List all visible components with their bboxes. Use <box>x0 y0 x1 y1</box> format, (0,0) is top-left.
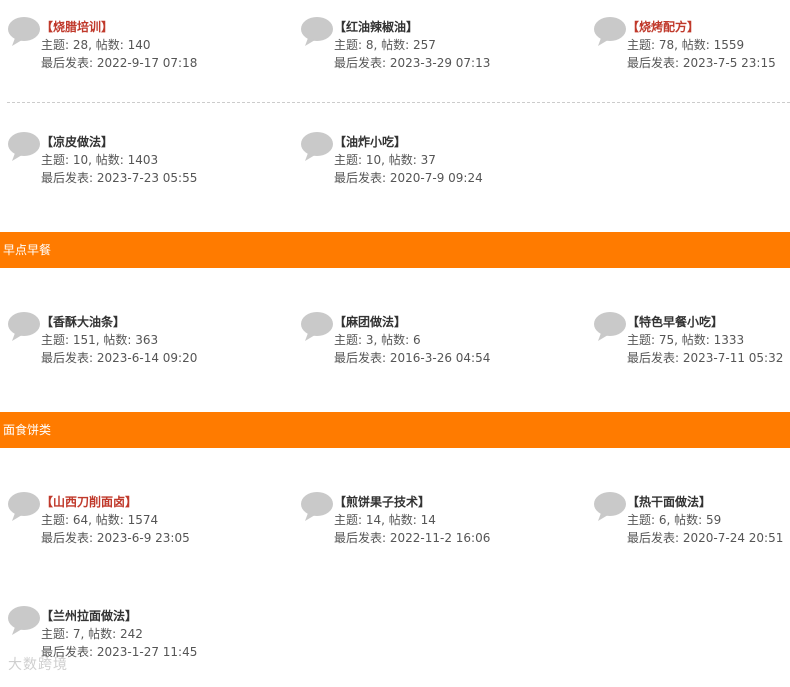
forum-stats: 主题: 14, 帖数: 14 <box>334 513 436 527</box>
forum-item[interactable]: 【麻团做法】 主题: 3, 帖数: 6 最后发表: 2016-3-26 04:5… <box>293 312 553 373</box>
forum-last-post[interactable]: 最后发表: 2022-11-2 16:06 <box>334 529 490 547</box>
forum-row: 【香酥大油条】 主题: 151, 帖数: 363 最后发表: 2023-6-14… <box>0 268 790 412</box>
forum-bubble-icon <box>594 492 626 521</box>
forum-stats: 主题: 7, 帖数: 242 <box>41 627 143 641</box>
forum-bubble-icon <box>8 17 40 46</box>
forum-stats: 主题: 151, 帖数: 363 <box>41 333 159 347</box>
forum-last-post[interactable]: 最后发表: 2020-7-24 20:51 <box>627 529 783 547</box>
forum-stats: 主题: 8, 帖数: 257 <box>334 38 436 52</box>
forum-stats: 主题: 64, 帖数: 1574 <box>41 513 159 527</box>
forum-item[interactable]: 【热干面做法】 主题: 6, 帖数: 59 最后发表: 2020-7-24 20… <box>586 492 790 553</box>
watermark-text: 大数跨境 <box>8 657 68 673</box>
forum-stats: 主题: 3, 帖数: 6 <box>334 333 421 347</box>
forum-title[interactable]: 【煎饼果子技术】 <box>334 493 490 511</box>
forum-title[interactable]: 【凉皮做法】 <box>41 133 197 151</box>
forum-title[interactable]: 【热干面做法】 <box>627 493 783 511</box>
forum-stats: 主题: 28, 帖数: 140 <box>41 38 151 52</box>
forum-last-post[interactable]: 最后发表: 2022-9-17 07:18 <box>41 54 197 72</box>
forum-last-post[interactable]: 最后发表: 2023-7-23 05:55 <box>41 169 197 187</box>
forum-title[interactable]: 【香酥大油条】 <box>41 313 197 331</box>
forum-title[interactable]: 【山西刀削面卤】 <box>41 493 190 511</box>
forum-stats: 主题: 10, 帖数: 37 <box>334 153 436 167</box>
forum-last-post[interactable]: 最后发表: 2023-6-9 23:05 <box>41 529 190 547</box>
forum-bubble-icon <box>594 312 626 341</box>
forum-item[interactable]: 【烧腊培训】 主题: 28, 帖数: 140 最后发表: 2022-9-17 0… <box>0 17 260 78</box>
forum-item[interactable]: 【烧烤配方】 主题: 78, 帖数: 1559 最后发表: 2023-7-5 2… <box>586 17 790 78</box>
forum-last-post[interactable]: 最后发表: 2016-3-26 04:54 <box>334 349 490 367</box>
forum-last-post[interactable]: 最后发表: 2023-7-5 23:15 <box>627 54 776 72</box>
forum-item[interactable]: 【煎饼果子技术】 主题: 14, 帖数: 14 最后发表: 2022-11-2 … <box>293 492 553 553</box>
forum-bubble-icon <box>8 132 40 161</box>
forum-last-post[interactable]: 最后发表: 2020-7-9 09:24 <box>334 169 483 187</box>
forum-bubble-icon <box>594 17 626 46</box>
forum-last-post[interactable]: 最后发表: 2023-6-14 09:20 <box>41 349 197 367</box>
forum-row: 【兰州拉面做法】 主题: 7, 帖数: 242 最后发表: 2023-1-27 … <box>0 577 790 687</box>
forum-row: 【烧腊培训】 主题: 28, 帖数: 140 最后发表: 2022-9-17 0… <box>0 0 790 103</box>
forum-stats: 主题: 10, 帖数: 1403 <box>41 153 159 167</box>
forum-bubble-icon <box>8 312 40 341</box>
forum-bubble-icon <box>8 492 40 521</box>
forum-title[interactable]: 【烧烤配方】 <box>627 18 776 36</box>
forum-title[interactable]: 【特色早餐小吃】 <box>627 313 783 331</box>
forum-item[interactable]: 【油炸小吃】 主题: 10, 帖数: 37 最后发表: 2020-7-9 09:… <box>293 132 553 193</box>
forum-item[interactable]: 【香酥大油条】 主题: 151, 帖数: 363 最后发表: 2023-6-14… <box>0 312 260 373</box>
forum-last-post[interactable]: 最后发表: 2023-3-29 07:13 <box>334 54 490 72</box>
forum-bubble-icon <box>301 492 333 521</box>
forum-item[interactable]: 【凉皮做法】 主题: 10, 帖数: 1403 最后发表: 2023-7-23 … <box>0 132 260 193</box>
forum-row: 【凉皮做法】 主题: 10, 帖数: 1403 最后发表: 2023-7-23 … <box>0 103 790 232</box>
category-header-noodles[interactable]: 面食饼类 <box>0 412 790 448</box>
forum-title[interactable]: 【红油辣椒油】 <box>334 18 490 36</box>
forum-item[interactable]: 【山西刀削面卤】 主题: 64, 帖数: 1574 最后发表: 2023-6-9… <box>0 492 260 553</box>
forum-stats: 主题: 78, 帖数: 1559 <box>627 38 745 52</box>
forum-bubble-icon <box>301 312 333 341</box>
forum-title[interactable]: 【烧腊培训】 <box>41 18 197 36</box>
forum-title[interactable]: 【兰州拉面做法】 <box>41 607 197 625</box>
forum-stats: 主题: 75, 帖数: 1333 <box>627 333 745 347</box>
forum-item[interactable]: 【特色早餐小吃】 主题: 75, 帖数: 1333 最后发表: 2023-7-1… <box>586 312 790 373</box>
forum-bubble-icon <box>301 17 333 46</box>
forum-stats: 主题: 6, 帖数: 59 <box>627 513 722 527</box>
forum-bubble-icon <box>301 132 333 161</box>
category-header-breakfast[interactable]: 早点早餐 <box>0 232 790 268</box>
forum-title[interactable]: 【油炸小吃】 <box>334 133 483 151</box>
forum-item[interactable]: 【红油辣椒油】 主题: 8, 帖数: 257 最后发表: 2023-3-29 0… <box>293 17 553 78</box>
forum-last-post[interactable]: 最后发表: 2023-7-11 05:32 <box>627 349 783 367</box>
forum-row: 【山西刀削面卤】 主题: 64, 帖数: 1574 最后发表: 2023-6-9… <box>0 448 790 577</box>
forum-bubble-icon <box>8 606 40 635</box>
forum-title[interactable]: 【麻团做法】 <box>334 313 490 331</box>
